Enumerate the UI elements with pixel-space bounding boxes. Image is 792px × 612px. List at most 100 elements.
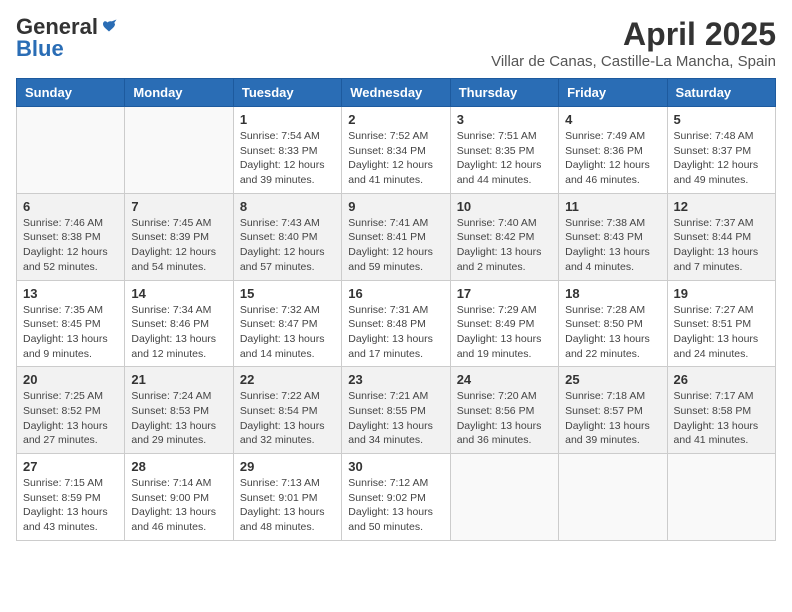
day-info: Sunrise: 7:45 AM Sunset: 8:39 PM Dayligh… [131, 216, 226, 275]
location-subtitle: Villar de Canas, Castille-La Mancha, Spa… [491, 53, 776, 70]
calendar-cell: 14 Sunrise: 7:34 AM Sunset: 8:46 PM Dayli… [125, 280, 233, 367]
calendar-cell: 30 Sunrise: 7:12 AM Sunset: 9:02 PM Dayli… [342, 454, 450, 541]
logo-blue-text: Blue [16, 38, 64, 60]
day-number: 22 [240, 372, 335, 387]
day-info: Sunrise: 7:46 AM Sunset: 8:38 PM Dayligh… [23, 216, 118, 275]
day-info: Sunrise: 7:15 AM Sunset: 8:59 PM Dayligh… [23, 476, 118, 535]
day-number: 12 [674, 199, 769, 214]
calendar-cell: 12 Sunrise: 7:37 AM Sunset: 8:44 PM Dayli… [667, 193, 775, 280]
calendar-cell: 22 Sunrise: 7:22 AM Sunset: 8:54 PM Dayli… [233, 367, 341, 454]
day-info: Sunrise: 7:35 AM Sunset: 8:45 PM Dayligh… [23, 303, 118, 362]
day-number: 10 [457, 199, 552, 214]
calendar-cell: 10 Sunrise: 7:40 AM Sunset: 8:42 PM Dayli… [450, 193, 558, 280]
weekday-header-friday: Friday [559, 79, 667, 107]
day-info: Sunrise: 7:28 AM Sunset: 8:50 PM Dayligh… [565, 303, 660, 362]
day-info: Sunrise: 7:43 AM Sunset: 8:40 PM Dayligh… [240, 216, 335, 275]
calendar-header-row: SundayMondayTuesdayWednesdayThursdayFrid… [17, 79, 776, 107]
calendar-cell: 25 Sunrise: 7:18 AM Sunset: 8:57 PM Dayli… [559, 367, 667, 454]
day-number: 24 [457, 372, 552, 387]
day-info: Sunrise: 7:49 AM Sunset: 8:36 PM Dayligh… [565, 129, 660, 188]
calendar-cell: 29 Sunrise: 7:13 AM Sunset: 9:01 PM Dayli… [233, 454, 341, 541]
day-number: 20 [23, 372, 118, 387]
calendar-week-3: 13Sunrise: 7:35 AM Sunset: 8:45 PM Dayli… [17, 280, 776, 367]
day-info: Sunrise: 7:40 AM Sunset: 8:42 PM Dayligh… [457, 216, 552, 275]
day-info: Sunrise: 7:20 AM Sunset: 8:56 PM Dayligh… [457, 389, 552, 448]
day-info: Sunrise: 7:13 AM Sunset: 9:01 PM Dayligh… [240, 476, 335, 535]
logo: General Blue [16, 16, 118, 60]
day-info: Sunrise: 7:54 AM Sunset: 8:33 PM Dayligh… [240, 129, 335, 188]
day-info: Sunrise: 7:41 AM Sunset: 8:41 PM Dayligh… [348, 216, 443, 275]
day-number: 6 [23, 199, 118, 214]
calendar-week-2: 6 Sunrise: 7:46 AM Sunset: 8:38 PM Daylig… [17, 193, 776, 280]
calendar-cell: 20 Sunrise: 7:25 AM Sunset: 8:52 PM Dayli… [17, 367, 125, 454]
calendar-cell [667, 454, 775, 541]
day-number: 26 [674, 372, 769, 387]
day-info: Sunrise: 7:27 AM Sunset: 8:51 PM Dayligh… [674, 303, 769, 362]
page-header: General Blue April 2025 Villar de Canas,… [16, 16, 776, 70]
calendar-cell: 18 Sunrise: 7:28 AM Sunset: 8:50 PM Dayli… [559, 280, 667, 367]
weekday-header-wednesday: Wednesday [342, 79, 450, 107]
day-info: Sunrise: 7:48 AM Sunset: 8:37 PM Dayligh… [674, 129, 769, 188]
calendar-cell [17, 107, 125, 194]
day-info: Sunrise: 7:32 AM Sunset: 8:47 PM Dayligh… [240, 303, 335, 362]
weekday-header-monday: Monday [125, 79, 233, 107]
calendar-cell: 1 Sunrise: 7:54 AM Sunset: 8:33 PM Daylig… [233, 107, 341, 194]
calendar-cell: 9 Sunrise: 7:41 AM Sunset: 8:41 PM Daylig… [342, 193, 450, 280]
day-number: 15 [240, 286, 335, 301]
day-number: 14 [131, 286, 226, 301]
day-number: 25 [565, 372, 660, 387]
logo-general-text: General [16, 16, 98, 38]
day-number: 17 [457, 286, 552, 301]
calendar-cell: 6 Sunrise: 7:46 AM Sunset: 8:38 PM Daylig… [17, 193, 125, 280]
calendar-cell: 16Sunrise: 7:31 AM Sunset: 8:48 PM Dayli… [342, 280, 450, 367]
calendar-cell: 3Sunrise: 7:51 AM Sunset: 8:35 PM Daylig… [450, 107, 558, 194]
day-info: Sunrise: 7:12 AM Sunset: 9:02 PM Dayligh… [348, 476, 443, 535]
day-number: 30 [348, 459, 443, 474]
day-number: 2 [348, 112, 443, 127]
day-info: Sunrise: 7:14 AM Sunset: 9:00 PM Dayligh… [131, 476, 226, 535]
day-info: Sunrise: 7:37 AM Sunset: 8:44 PM Dayligh… [674, 216, 769, 275]
day-number: 1 [240, 112, 335, 127]
calendar-week-1: 1 Sunrise: 7:54 AM Sunset: 8:33 PM Daylig… [17, 107, 776, 194]
day-number: 5 [674, 112, 769, 127]
day-number: 21 [131, 372, 226, 387]
calendar-cell: 15 Sunrise: 7:32 AM Sunset: 8:47 PM Dayli… [233, 280, 341, 367]
day-info: Sunrise: 7:31 AM Sunset: 8:48 PM Dayligh… [348, 303, 443, 362]
calendar-table: SundayMondayTuesdayWednesdayThursdayFrid… [16, 78, 776, 541]
calendar-cell: 5 Sunrise: 7:48 AM Sunset: 8:37 PM Daylig… [667, 107, 775, 194]
calendar-week-5: 27 Sunrise: 7:15 AM Sunset: 8:59 PM Dayli… [17, 454, 776, 541]
calendar-cell [559, 454, 667, 541]
title-area: April 2025 Villar de Canas, Castille-La … [491, 16, 776, 70]
day-number: 23 [348, 372, 443, 387]
calendar-cell: 17 Sunrise: 7:29 AM Sunset: 8:49 PM Dayli… [450, 280, 558, 367]
calendar-cell: 11 Sunrise: 7:38 AM Sunset: 8:43 PM Dayli… [559, 193, 667, 280]
day-info: Sunrise: 7:29 AM Sunset: 8:49 PM Dayligh… [457, 303, 552, 362]
day-info: Sunrise: 7:51 AM Sunset: 8:35 PM Dayligh… [457, 129, 552, 188]
day-info: Sunrise: 7:52 AM Sunset: 8:34 PM Dayligh… [348, 129, 443, 188]
calendar-cell [450, 454, 558, 541]
day-info: Sunrise: 7:24 AM Sunset: 8:53 PM Dayligh… [131, 389, 226, 448]
day-number: 29 [240, 459, 335, 474]
day-info: Sunrise: 7:34 AM Sunset: 8:46 PM Dayligh… [131, 303, 226, 362]
calendar-cell: 21 Sunrise: 7:24 AM Sunset: 8:53 PM Dayli… [125, 367, 233, 454]
calendar-cell: 23 Sunrise: 7:21 AM Sunset: 8:55 PM Dayli… [342, 367, 450, 454]
day-number: 11 [565, 199, 660, 214]
calendar-week-4: 20 Sunrise: 7:25 AM Sunset: 8:52 PM Dayli… [17, 367, 776, 454]
calendar-cell: 24 Sunrise: 7:20 AM Sunset: 8:56 PM Dayli… [450, 367, 558, 454]
weekday-header-saturday: Saturday [667, 79, 775, 107]
day-info: Sunrise: 7:18 AM Sunset: 8:57 PM Dayligh… [565, 389, 660, 448]
day-number: 18 [565, 286, 660, 301]
calendar-cell: 26Sunrise: 7:17 AM Sunset: 8:58 PM Dayli… [667, 367, 775, 454]
calendar-cell: 2 Sunrise: 7:52 AM Sunset: 8:34 PM Daylig… [342, 107, 450, 194]
day-number: 27 [23, 459, 118, 474]
day-info: Sunrise: 7:38 AM Sunset: 8:43 PM Dayligh… [565, 216, 660, 275]
calendar-cell: 7Sunrise: 7:45 AM Sunset: 8:39 PM Daylig… [125, 193, 233, 280]
day-number: 28 [131, 459, 226, 474]
day-info: Sunrise: 7:21 AM Sunset: 8:55 PM Dayligh… [348, 389, 443, 448]
day-number: 8 [240, 199, 335, 214]
day-info: Sunrise: 7:22 AM Sunset: 8:54 PM Dayligh… [240, 389, 335, 448]
calendar-cell: 13Sunrise: 7:35 AM Sunset: 8:45 PM Dayli… [17, 280, 125, 367]
day-number: 9 [348, 199, 443, 214]
logo-bird-icon [100, 18, 118, 36]
day-info: Sunrise: 7:25 AM Sunset: 8:52 PM Dayligh… [23, 389, 118, 448]
